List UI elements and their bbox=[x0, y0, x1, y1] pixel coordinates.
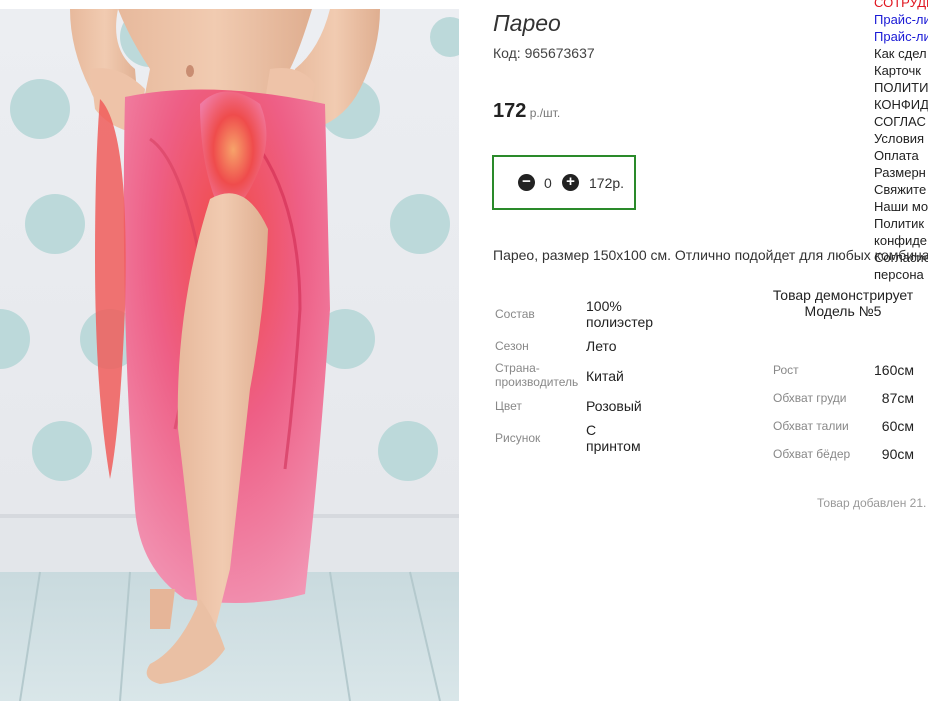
side-menu-item[interactable]: Согласие bbox=[874, 249, 928, 266]
side-menu-item[interactable]: КОНФИД bbox=[874, 96, 928, 113]
side-menu-item[interactable]: СОТРУДН bbox=[874, 0, 928, 11]
add-to-cart-box: − 0 + 172р. bbox=[492, 155, 636, 210]
spec-value: 100% полиэстер bbox=[586, 298, 654, 330]
model-param-label: Обхват талии bbox=[773, 419, 849, 433]
spec-label: Цвет bbox=[495, 399, 522, 413]
price-unit: р./шт. bbox=[526, 106, 561, 120]
product-photo[interactable] bbox=[0, 9, 459, 701]
product-code: Код: 965673637 bbox=[493, 45, 595, 61]
model-param-label: Обхват груди bbox=[773, 391, 847, 405]
model-param-label: Обхват бёдер bbox=[773, 447, 851, 461]
spec-value: Розовый bbox=[586, 398, 642, 414]
side-menu-item[interactable]: конфиде bbox=[874, 232, 928, 249]
side-menu-item[interactable]: Прайс-ли bbox=[874, 11, 928, 28]
side-menu-item[interactable]: СОГЛАС bbox=[874, 113, 928, 130]
model-param-value: 90см bbox=[881, 446, 914, 462]
side-menu-item[interactable]: Условия bbox=[874, 130, 928, 147]
spec-value: С принтом bbox=[586, 422, 641, 454]
added-date: Товар добавлен 21. bbox=[817, 496, 927, 510]
spec-label: Сезон bbox=[495, 339, 529, 353]
side-menu-item[interactable]: персона bbox=[874, 266, 928, 283]
spec-value: Китай bbox=[586, 368, 624, 384]
side-menu-item[interactable]: Размерн bbox=[874, 164, 928, 181]
price-value: 172 bbox=[493, 100, 527, 122]
side-menu-item[interactable]: Свяжите bbox=[874, 181, 928, 198]
plus-icon[interactable]: + bbox=[562, 174, 579, 191]
product-price: 172 р./шт. bbox=[493, 100, 560, 123]
product-title: Парео bbox=[493, 10, 561, 36]
cart-sum: 172р. bbox=[589, 175, 625, 191]
model-param-value: 87см bbox=[881, 390, 914, 406]
side-menu-item[interactable]: Наши мо bbox=[874, 198, 928, 215]
spec-label: Рисунок bbox=[495, 431, 541, 445]
model-title: Товар демонстрирует Модель №5 bbox=[772, 287, 914, 319]
side-menu: СОТРУДН Прайс-ли Прайс-ли Как сдел Карто… bbox=[874, 0, 928, 283]
spec-value: Лето bbox=[586, 338, 617, 354]
side-menu-item[interactable]: Оплата bbox=[874, 147, 928, 164]
side-menu-item[interactable]: Карточк bbox=[874, 62, 928, 79]
model-param-value: 60см bbox=[881, 418, 914, 434]
side-menu-item[interactable]: ПОЛИТИ bbox=[874, 79, 928, 96]
side-menu-item[interactable]: Политик bbox=[874, 215, 928, 232]
spec-label: Состав bbox=[495, 307, 535, 321]
side-menu-item[interactable]: Как сдел bbox=[874, 45, 928, 62]
quantity-value: 0 bbox=[544, 175, 552, 191]
product-description: Парео, размер 150х100 см. Отлично подойд… bbox=[493, 247, 928, 263]
minus-icon[interactable]: − bbox=[518, 174, 535, 191]
model-param-value: 160см bbox=[874, 362, 914, 378]
model-param-label: Рост bbox=[773, 363, 799, 377]
side-menu-item[interactable]: Прайс-ли bbox=[874, 28, 928, 45]
spec-label: Страна-производитель bbox=[495, 361, 579, 389]
